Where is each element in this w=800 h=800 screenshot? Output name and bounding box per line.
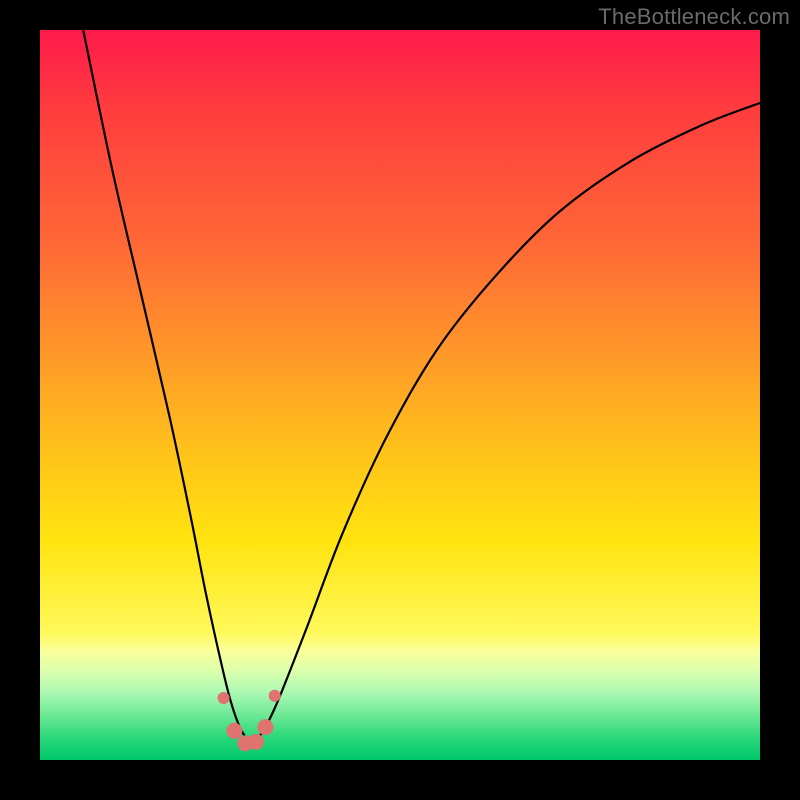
bottom-dot-cluster <box>218 690 281 751</box>
marker-dot <box>269 690 281 702</box>
bottleneck-curve <box>83 30 760 742</box>
marker-dot <box>226 723 242 739</box>
marker-dot <box>218 692 230 704</box>
chart-svg <box>40 30 760 760</box>
marker-dot <box>248 734 264 750</box>
chart-frame: TheBottleneck.com <box>0 0 800 800</box>
marker-dot <box>257 719 273 735</box>
plot-area <box>40 30 760 760</box>
watermark-text: TheBottleneck.com <box>598 4 790 30</box>
